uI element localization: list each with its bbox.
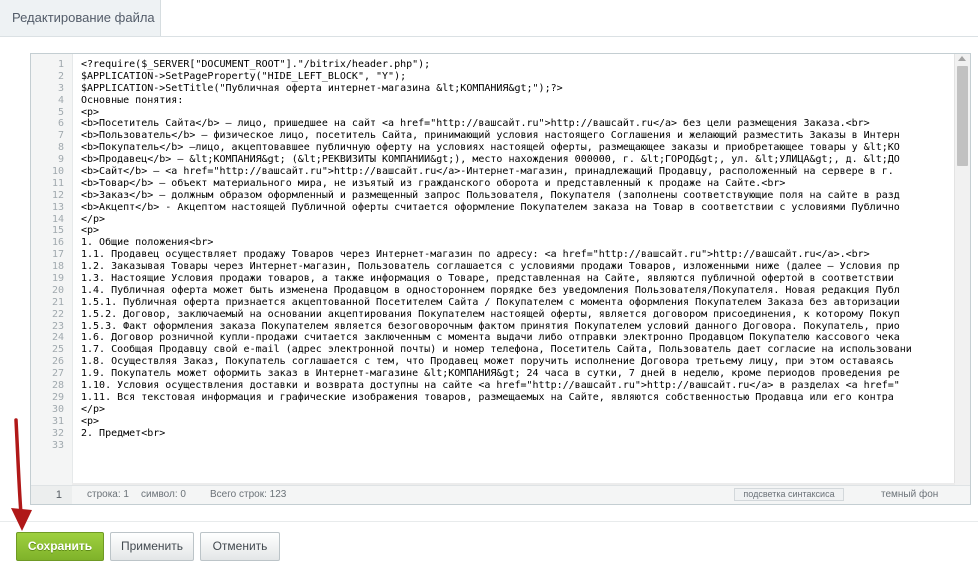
apply-button[interactable]: Применить <box>110 532 194 561</box>
line-number: 30 <box>51 403 64 415</box>
code-line: 1.11. Вся текстовая информация и графиче… <box>81 391 894 403</box>
line-number: 28 <box>51 380 64 392</box>
code-editor[interactable]: 1 2 3 4 5 6 7 8 9 10 11 12 13 14 15 16 17 18 19 20 21 22 23 24 2… <box>30 53 971 505</box>
code-line: <b>Посетитель Сайта</b> — лицо, пришедше… <box>81 118 870 130</box>
code-line: 1.9. Покупатель может оформить заказ в И… <box>81 368 900 380</box>
code-line: <?require($_SERVER["DOCUMENT_ROOT"]."/bi… <box>81 59 431 70</box>
scroll-up-icon[interactable] <box>958 56 966 61</box>
line-number: 11 <box>51 177 64 189</box>
save-button[interactable]: Сохранить <box>16 532 104 561</box>
line-number: 10 <box>51 166 64 178</box>
line-number: 4 <box>57 94 64 106</box>
editor-status-bar: 1 строка: 1 символ: 0 Всего строк: 123 п… <box>31 485 970 504</box>
line-number: 18 <box>51 261 64 273</box>
code-line: <b>Сайт</b> — <a href="http://вашсайт.ru… <box>81 166 894 178</box>
code-line: 1. Общие положения<br> <box>81 237 214 249</box>
code-line: 1.8. Осуществляя Заказ, Покупатель согла… <box>81 356 894 368</box>
line-number: 29 <box>51 391 64 403</box>
code-line: <p> <box>81 106 100 118</box>
code-line: <b>Акцепт</b> - Акцептом настоящей Публи… <box>81 201 900 213</box>
code-line: $APPLICATION->SetPageProperty("HIDE_LEFT… <box>81 70 407 82</box>
line-number: 8 <box>57 142 64 154</box>
code-line: </p> <box>81 403 106 415</box>
syntax-highlight-toggle[interactable]: подсветка синтаксиса <box>734 488 844 501</box>
cursor-line: строка: 1 <box>87 489 129 500</box>
code-line: 2. Предмет<br> <box>81 427 166 439</box>
line-number: 25 <box>51 344 64 356</box>
line-number: 5 <box>57 106 64 118</box>
line-number: 19 <box>51 273 64 285</box>
line-number: 2 <box>57 70 64 82</box>
line-number: 17 <box>51 249 64 261</box>
dark-theme-toggle[interactable]: темный фон <box>881 486 938 504</box>
line-number: 20 <box>51 284 64 296</box>
tab-divider <box>0 36 978 37</box>
cursor-symbol: символ: 0 <box>141 489 186 500</box>
line-number: 3 <box>57 82 64 94</box>
line-number: 7 <box>57 130 64 142</box>
vertical-scrollbar[interactable] <box>954 54 970 485</box>
code-line: <b>Покупатель</b> —лицо, акцептовавшее п… <box>81 142 900 154</box>
code-line: 1.1. Продавец осуществляет продажу Товар… <box>81 249 870 261</box>
line-number: 16 <box>51 237 64 249</box>
code-line: $APPLICATION->SetTitle("Публичная оферта… <box>81 82 563 94</box>
line-number: 6 <box>57 118 64 130</box>
code-line: <b>Продавец</b> — &lt;КОМПАНИЯ&gt; (&lt;… <box>81 154 900 166</box>
code-line: 1.5.2. Договор, заключаемый на основании… <box>81 308 900 320</box>
red-arrow-annotation-icon <box>11 418 32 531</box>
code-line: 1.7. Сообщая Продавцу свой e-mail (адрес… <box>81 344 912 356</box>
code-line: <b>Заказ</b> — должным образом оформленн… <box>81 189 900 201</box>
line-number: 22 <box>51 308 64 320</box>
code-line: <b>Пользователь</b> — физическое лицо, п… <box>81 130 900 142</box>
line-number: 13 <box>51 201 64 213</box>
code-line: <b>Товар</b> — объект материального мира… <box>81 177 786 189</box>
line-number: 9 <box>57 154 64 166</box>
cancel-button[interactable]: Отменить <box>200 532 280 561</box>
line-number: 21 <box>51 296 64 308</box>
line-number: 23 <box>51 320 64 332</box>
line-number: 26 <box>51 356 64 368</box>
total-lines: Всего строк: 123 <box>210 489 287 500</box>
file-edit-page: Редактирование файла 1 2 3 4 5 6 7 8 9 10 11 12 13 14… <box>0 0 978 567</box>
code-line: 1.6. Договор розничной купли-продажи счи… <box>81 332 900 344</box>
code-line: 1.5.3. Факт оформления заказа Покупателе… <box>81 320 900 332</box>
code-area[interactable]: <?require($_SERVER["DOCUMENT_ROOT"]."/bi… <box>81 59 953 485</box>
code-line: 1.3. Настоящие Условия продажи товаров, … <box>81 273 894 285</box>
code-line: 1.5.1. Публичная оферта признается акцеп… <box>81 296 900 308</box>
line-number: 12 <box>51 189 64 201</box>
line-number: 14 <box>51 213 64 225</box>
code-line: <p> <box>81 225 100 237</box>
line-numbers: 1 2 3 4 5 6 7 8 9 10 11 12 13 14 15 16 17 18 19 20 21 22 23 24 2… <box>31 54 72 451</box>
code-line: 1.2. Заказывая Товары через Интернет-маг… <box>81 261 900 273</box>
code-line: 1.4. Публичная оферта может быть изменен… <box>81 284 900 296</box>
code-line: </p> <box>81 213 106 225</box>
code-line: 1.10. Условия осуществления доставки и в… <box>81 380 900 392</box>
tab-title: Редактирование файла <box>12 10 155 25</box>
code-line: <p> <box>81 415 100 427</box>
tab-edit-file[interactable]: Редактирование файла <box>0 0 161 36</box>
line-number: 15 <box>51 225 64 237</box>
line-number: 27 <box>51 368 64 380</box>
code-line: Основные понятия: <box>81 94 184 106</box>
line-number: 1 <box>57 59 64 70</box>
line-number: 24 <box>51 332 64 344</box>
scrollbar-thumb[interactable] <box>957 66 968 166</box>
